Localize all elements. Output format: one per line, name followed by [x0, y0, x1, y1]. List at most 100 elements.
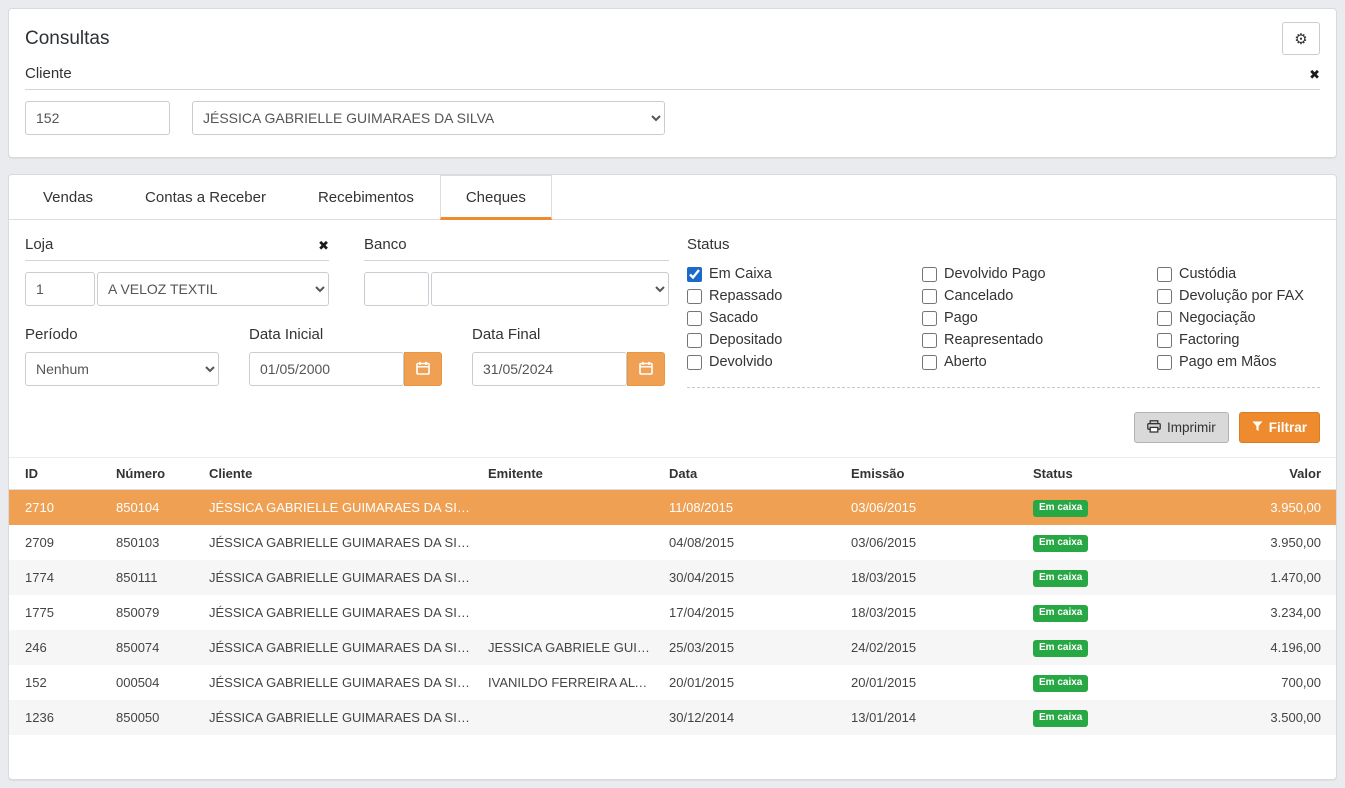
cell-id: 152: [9, 665, 108, 700]
status-column: Em CaixaRepassadoSacadoDepositadoDevolvi…: [687, 263, 922, 373]
status-checkbox-sacado[interactable]: [687, 311, 702, 326]
status-option-factoring[interactable]: Factoring: [1157, 329, 1320, 351]
status-checkbox-devolvido-pago[interactable]: [922, 267, 937, 282]
status-option-cancelado[interactable]: Cancelado: [922, 285, 1157, 307]
cell-emitente: [480, 525, 661, 560]
table-row[interactable]: 1775850079JÉSSICA GABRIELLE GUIMARAES DA…: [9, 595, 1336, 630]
filters-left: Loja ✖ A VELOZ TEXTIL Banco: [25, 236, 669, 386]
status-checkbox-pago[interactable]: [922, 311, 937, 326]
status-option-pago-em-maos[interactable]: Pago em Mãos: [1157, 351, 1320, 373]
status-checkbox-custodia[interactable]: [1157, 267, 1172, 282]
status-option-custodia[interactable]: Custódia: [1157, 263, 1320, 285]
printer-icon: [1147, 420, 1161, 436]
filtrar-button[interactable]: Filtrar: [1239, 412, 1320, 443]
status-checkbox-devolucao-por-fax[interactable]: [1157, 289, 1172, 304]
status-badge: Em caixa: [1033, 675, 1088, 692]
table-row[interactable]: 2709850103JÉSSICA GABRIELLE GUIMARAES DA…: [9, 525, 1336, 560]
status-column: Devolvido Pago Cancelado PagoReapresentado…: [922, 263, 1157, 373]
tab-vendas[interactable]: Vendas: [17, 175, 119, 220]
status-checkbox-factoring[interactable]: [1157, 333, 1172, 348]
status-option-aberto[interactable]: Aberto: [922, 351, 1157, 373]
filters-area: Loja ✖ A VELOZ TEXTIL Banco: [9, 220, 1336, 388]
status-checkbox-repassado[interactable]: [687, 289, 702, 304]
cell-data: 30/12/2014: [661, 700, 843, 735]
tab-recebimentos[interactable]: Recebimentos: [292, 175, 440, 220]
cell-numero: 850079: [108, 595, 201, 630]
cliente-select[interactable]: JÉSSICA GABRIELLE GUIMARAES DA SILVA: [192, 101, 665, 135]
cell-cliente: JÉSSICA GABRIELLE GUIMARAES DA SILVA: [201, 630, 480, 665]
status-option-sacado[interactable]: Sacado: [687, 307, 922, 329]
table-row[interactable]: 246850074JÉSSICA GABRIELLE GUIMARAES DA …: [9, 630, 1336, 665]
cell-status: Em caixa: [1025, 525, 1178, 560]
status-checkbox-reapresentado[interactable]: [922, 333, 937, 348]
tab-cheques[interactable]: Cheques: [440, 175, 552, 220]
settings-button[interactable]: ⚙: [1282, 22, 1320, 55]
column-header-valor: Valor: [1178, 458, 1336, 490]
status-checkbox-label: Aberto: [944, 354, 987, 370]
clear-loja-icon[interactable]: ✖: [318, 240, 329, 253]
imprimir-button[interactable]: Imprimir: [1134, 412, 1229, 443]
results-tbody: 2710850104JÉSSICA GABRIELLE GUIMARAES DA…: [9, 490, 1336, 736]
status-checkbox-label: Factoring: [1179, 332, 1239, 348]
status-option-em-caixa[interactable]: Em Caixa: [687, 263, 922, 285]
clear-cliente-icon[interactable]: ✖: [1309, 69, 1320, 82]
cell-numero: 850103: [108, 525, 201, 560]
loja-group-head: Loja ✖: [25, 236, 329, 261]
cell-cliente: JÉSSICA GABRIELLE GUIMARAES DA SILVA: [201, 700, 480, 735]
cell-id: 2709: [9, 525, 108, 560]
status-checkbox-label: Devolução por FAX: [1179, 288, 1304, 304]
data-final-wrap: [472, 352, 665, 386]
status-option-devolvido-pago[interactable]: Devolvido Pago: [922, 263, 1157, 285]
data-final-calendar-button[interactable]: [627, 352, 665, 386]
periodo-select[interactable]: Nenhum: [25, 352, 219, 386]
status-option-negociacao[interactable]: Negociação: [1157, 307, 1320, 329]
cell-status: Em caixa: [1025, 630, 1178, 665]
data-inicial-label: Data Inicial: [249, 326, 442, 343]
status-checkbox-aberto[interactable]: [922, 355, 937, 370]
cell-cliente: JÉSSICA GABRIELLE GUIMARAES DA SILVA: [201, 665, 480, 700]
cell-valor: 1.470,00: [1178, 560, 1336, 595]
cell-data: 25/03/2015: [661, 630, 843, 665]
filter-icon: [1252, 420, 1263, 435]
status-option-pago[interactable]: Pago: [922, 307, 1157, 329]
cliente-input-row: JÉSSICA GABRIELLE GUIMARAES DA SILVA: [25, 101, 1320, 135]
cell-id: 246: [9, 630, 108, 665]
status-option-repassado[interactable]: Repassado: [687, 285, 922, 307]
loja-select[interactable]: A VELOZ TEXTIL: [97, 272, 329, 306]
data-inicial-input[interactable]: [249, 352, 404, 386]
status-checkbox-depositado[interactable]: [687, 333, 702, 348]
status-option-reapresentado[interactable]: Reapresentado: [922, 329, 1157, 351]
table-row[interactable]: 1236850050JÉSSICA GABRIELLE GUIMARAES DA…: [9, 700, 1336, 735]
status-option-devolvido[interactable]: Devolvido: [687, 351, 922, 373]
cell-data: 17/04/2015: [661, 595, 843, 630]
status-checkbox-cancelado[interactable]: [922, 289, 937, 304]
status-checkbox-negociacao[interactable]: [1157, 311, 1172, 326]
table-row[interactable]: 152000504JÉSSICA GABRIELLE GUIMARAES DA …: [9, 665, 1336, 700]
table-row[interactable]: 2710850104JÉSSICA GABRIELLE GUIMARAES DA…: [9, 490, 1336, 526]
cell-data: 04/08/2015: [661, 525, 843, 560]
table-row[interactable]: 1774850111JÉSSICA GABRIELLE GUIMARAES DA…: [9, 560, 1336, 595]
cell-emitente: [480, 490, 661, 526]
banco-code-input[interactable]: [364, 272, 429, 306]
status-checkbox-em-caixa[interactable]: [687, 267, 702, 282]
loja-group: Loja ✖ A VELOZ TEXTIL: [25, 236, 329, 306]
banco-select[interactable]: [431, 272, 669, 306]
cell-cliente: JÉSSICA GABRIELLE GUIMARAES DA SILVA: [201, 525, 480, 560]
cliente-code-input[interactable]: [25, 101, 170, 135]
status-checkbox-label: Cancelado: [944, 288, 1013, 304]
status-checkbox-devolvido[interactable]: [687, 355, 702, 370]
data-inicial-wrap: [249, 352, 442, 386]
cell-data: 20/01/2015: [661, 665, 843, 700]
data-final-group: Data Final: [472, 326, 665, 386]
data-final-input[interactable]: [472, 352, 627, 386]
status-option-devolucao-por-fax[interactable]: Devolução por FAX: [1157, 285, 1320, 307]
status-checkbox-pago-em-maos[interactable]: [1157, 355, 1172, 370]
status-badge: Em caixa: [1033, 500, 1088, 517]
status-badge: Em caixa: [1033, 570, 1088, 587]
banco-input-row: [364, 272, 669, 306]
data-inicial-calendar-button[interactable]: [404, 352, 442, 386]
cell-status: Em caixa: [1025, 560, 1178, 595]
status-option-depositado[interactable]: Depositado: [687, 329, 922, 351]
loja-code-input[interactable]: [25, 272, 95, 306]
tab-contas-a-receber[interactable]: Contas a Receber: [119, 175, 292, 220]
